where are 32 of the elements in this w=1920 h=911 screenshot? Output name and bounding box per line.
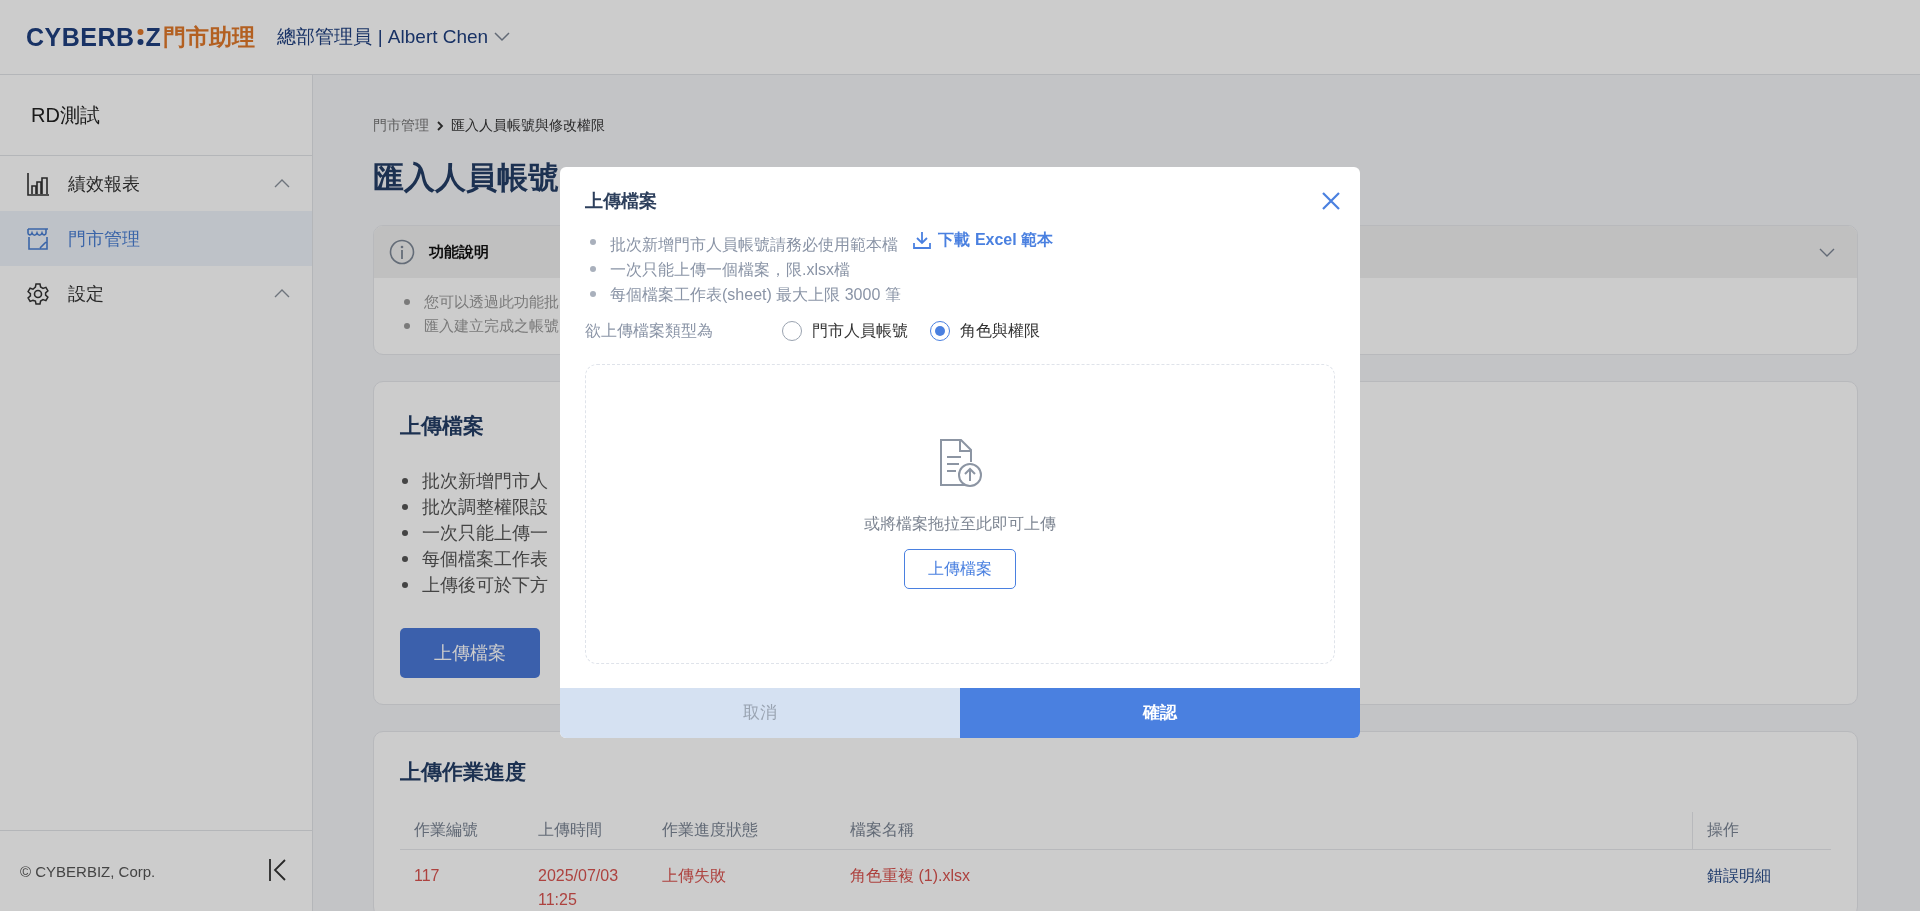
panel-title: 功能說明	[429, 242, 489, 262]
column-header: 作業編號	[400, 812, 524, 850]
drop-hint: 或將檔案拖拉至此即可上傳	[864, 514, 1056, 534]
info-text: 您可以透過此功能批	[402, 290, 559, 314]
column-header: 上傳時間	[524, 812, 648, 850]
copyright-text: © CYBERBIZ, Corp.	[20, 862, 156, 880]
page-title: 匯入人員帳號	[373, 159, 559, 197]
instruction-text: 上傳後可於下方	[400, 572, 548, 598]
logo-text: Z	[145, 22, 162, 52]
table-cell: 角色重複 (1).xlsx	[836, 849, 1693, 911]
store-name: RD測試	[0, 75, 312, 156]
table-cell: 2025/07/03 11:25	[524, 849, 648, 911]
logo-subtitle: 門市助理	[163, 22, 256, 52]
column-header: 操作	[1692, 812, 1831, 850]
instruction-text: 每個檔案工作表	[400, 546, 548, 572]
table-cell: 上傳失敗	[648, 849, 836, 911]
info-text: 匯入建立完成之帳號	[402, 314, 559, 338]
dialog-title: 上傳檔案	[585, 190, 657, 213]
breadcrumb-current: 匯入人員帳號與修改權限	[451, 117, 605, 135]
note-text: 批次新增門市人員帳號請務必使用範本檔	[610, 235, 898, 253]
logo-text: CYBERB	[26, 22, 135, 52]
card-title: 上傳檔案	[400, 413, 485, 439]
column-header: 檔案名稱	[836, 812, 1693, 850]
table-cell: 117	[400, 849, 524, 911]
instruction-text: 批次調整權限設	[400, 494, 548, 520]
field-label: 欲上傳檔案類型為	[585, 320, 714, 341]
note-text: 每個檔案工作表(sheet) 最大上限 3000 筆	[610, 285, 901, 303]
instruction-text: 批次新增門市人	[400, 468, 548, 494]
card-title: 上傳作業進度	[400, 759, 527, 785]
note-text: 一次只能上傳一個檔案，限.xlsx檔	[610, 260, 850, 278]
instruction-text: 一次只能上傳一	[400, 520, 548, 546]
column-header: 作業進度狀態	[648, 812, 836, 850]
